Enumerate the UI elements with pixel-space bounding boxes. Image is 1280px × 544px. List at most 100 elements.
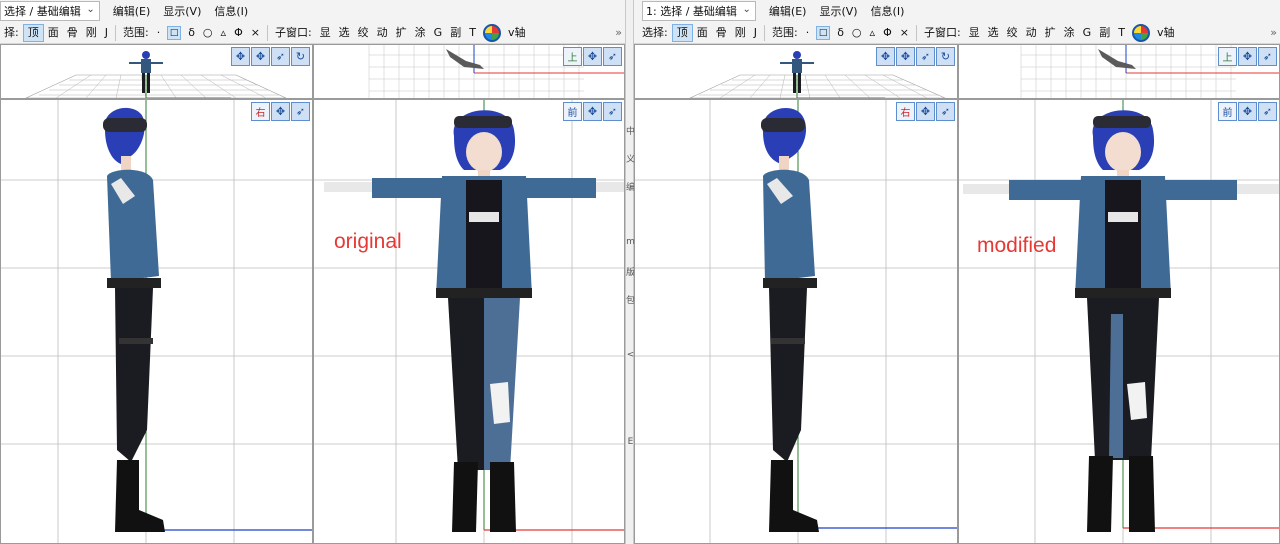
range-clear-button[interactable]: × bbox=[247, 24, 264, 42]
range-circle-button[interactable]: ○ bbox=[199, 24, 217, 42]
model-front-figure bbox=[963, 110, 1279, 532]
subwindow-show-button[interactable]: 显 bbox=[316, 24, 335, 42]
range-point-button[interactable]: · bbox=[153, 24, 165, 42]
subwindow-twist-button[interactable]: 绞 bbox=[1003, 24, 1022, 42]
viewport-perspective[interactable]: ✥ ✥ ➶ ↻ bbox=[634, 44, 958, 99]
view-bone-button[interactable]: 骨 bbox=[712, 24, 731, 42]
bone-arrow-icon[interactable]: ➶ bbox=[603, 102, 622, 121]
rotate-icon[interactable]: ↻ bbox=[936, 47, 955, 66]
viewport-side[interactable]: 右 ✥ ➶ bbox=[0, 99, 313, 544]
bone-arrow-icon[interactable]: ➶ bbox=[271, 47, 290, 66]
chevron-down-icon: ⌄ bbox=[86, 4, 95, 15]
range-triangle-button[interactable]: ▵ bbox=[866, 24, 880, 42]
view-rigid-button[interactable]: 刚 bbox=[731, 24, 750, 42]
move-arrows-icon[interactable]: ✥ bbox=[896, 47, 915, 66]
range-circle-button[interactable]: ○ bbox=[848, 24, 866, 42]
toolbar-overflow-icon[interactable]: » bbox=[1266, 24, 1280, 42]
move-arrows-icon[interactable]: ✥ bbox=[251, 47, 270, 66]
range-triangle-button[interactable]: ▵ bbox=[217, 24, 231, 42]
mode-select[interactable]: 选择 / 基础编辑 ⌄ bbox=[0, 1, 100, 21]
subwindow-move-button[interactable]: 动 bbox=[373, 24, 392, 42]
select-label: 选择: bbox=[642, 25, 668, 39]
view-side-label: 右 bbox=[896, 102, 915, 121]
subwindow-expand-button[interactable]: 扩 bbox=[392, 24, 411, 42]
range-clear-button[interactable]: × bbox=[896, 24, 913, 42]
bone-arrow-icon[interactable]: ➶ bbox=[1258, 102, 1277, 121]
axis-globe-icon[interactable] bbox=[1131, 23, 1150, 42]
move-arrows-icon[interactable]: ✥ bbox=[1238, 102, 1257, 121]
v-axis-button[interactable]: v轴 bbox=[504, 24, 530, 42]
subwindow-g-button[interactable]: G bbox=[1079, 24, 1096, 42]
bone-arrow-icon[interactable]: ➶ bbox=[936, 102, 955, 121]
subwindow-t-button[interactable]: T bbox=[1114, 24, 1129, 42]
move-arrows-icon[interactable]: ✥ bbox=[583, 102, 602, 121]
menu-info[interactable]: 信息(I) bbox=[871, 3, 905, 19]
view-top-button[interactable]: 顶 bbox=[671, 23, 693, 42]
toolbar: 选择: 顶 面 骨 刚 J 范围: · □ δ ○ ▵ Φ × 子窗口: 显 选… bbox=[634, 22, 1280, 44]
subwindow-select-button[interactable]: 选 bbox=[335, 24, 354, 42]
subwindow-sub-button[interactable]: 副 bbox=[1095, 24, 1114, 42]
view-rigid-button[interactable]: 刚 bbox=[82, 24, 101, 42]
bone-arrow-icon[interactable]: ➶ bbox=[291, 102, 310, 121]
viewport-top[interactable]: 上 ✥ ➶ bbox=[313, 44, 625, 99]
rotate-icon[interactable]: ↻ bbox=[291, 47, 310, 66]
subwindow-select-button[interactable]: 选 bbox=[984, 24, 1003, 42]
toolbar-overflow-icon[interactable]: » bbox=[611, 24, 625, 42]
move-arrows-icon[interactable]: ✥ bbox=[916, 102, 935, 121]
menu-info[interactable]: 信息(I) bbox=[214, 3, 248, 19]
subwindow-move-button[interactable]: 动 bbox=[1022, 24, 1041, 42]
mode-select[interactable]: 1: 选择 / 基础编辑 ⌄ bbox=[642, 1, 756, 21]
range-phi-button[interactable]: Φ bbox=[879, 24, 896, 42]
axis-globe-icon[interactable] bbox=[482, 23, 501, 42]
view-face-button[interactable]: 面 bbox=[44, 24, 63, 42]
menu-display[interactable]: 显示(V) bbox=[163, 3, 201, 19]
bone-arrow-icon[interactable]: ➶ bbox=[603, 47, 622, 66]
subwindow-paint-button[interactable]: 涂 bbox=[1060, 24, 1079, 42]
mode-select-value: 选择 / 基础编辑 bbox=[4, 5, 81, 18]
view-face-button[interactable]: 面 bbox=[693, 24, 712, 42]
move-arrows-icon[interactable]: ✥ bbox=[876, 47, 895, 66]
viewport-side[interactable]: 右 ✥ ➶ bbox=[634, 99, 958, 544]
move-arrows-icon[interactable]: ✥ bbox=[231, 47, 250, 66]
bone-arrow-icon[interactable]: ➶ bbox=[1258, 47, 1277, 66]
subwindow-paint-button[interactable]: 涂 bbox=[411, 24, 430, 42]
move-arrows-icon[interactable]: ✥ bbox=[271, 102, 290, 121]
subwindow-expand-button[interactable]: 扩 bbox=[1041, 24, 1060, 42]
move-arrows-icon[interactable]: ✥ bbox=[583, 47, 602, 66]
view-joint-button[interactable]: J bbox=[101, 24, 112, 42]
subwindow-show-button[interactable]: 显 bbox=[965, 24, 984, 42]
menu-edit[interactable]: 编辑(E) bbox=[113, 3, 151, 19]
view-joint-button[interactable]: J bbox=[750, 24, 761, 42]
view-top-label: 上 bbox=[563, 47, 582, 66]
viewport-controls: 右 ✥ ➶ bbox=[896, 102, 955, 121]
bone-arrow-icon[interactable]: ➶ bbox=[916, 47, 935, 66]
subwindow-sub-button[interactable]: 副 bbox=[446, 24, 465, 42]
v-axis-button[interactable]: v轴 bbox=[1153, 24, 1179, 42]
menu-edit[interactable]: 编辑(E) bbox=[769, 3, 807, 19]
range-phi-button[interactable]: Φ bbox=[230, 24, 247, 42]
subwindow-twist-button[interactable]: 绞 bbox=[354, 24, 373, 42]
range-label: 范围: bbox=[122, 25, 149, 39]
viewport-front[interactable]: original 前 ✥ ➶ bbox=[313, 99, 625, 544]
range-box-button[interactable]: □ bbox=[167, 25, 182, 40]
model-front-figure bbox=[324, 110, 624, 532]
viewport-front[interactable]: modified 前 ✥ ➶ bbox=[958, 99, 1280, 544]
select-label: 择: bbox=[4, 25, 19, 39]
subwindow-label: 子窗口: bbox=[923, 25, 961, 39]
subwindow-g-button[interactable]: G bbox=[430, 24, 447, 42]
view-bone-button[interactable]: 骨 bbox=[63, 24, 82, 42]
range-point-button[interactable]: · bbox=[802, 24, 814, 42]
view-front-label: 前 bbox=[1218, 102, 1237, 121]
viewport-perspective[interactable]: ✥ ✥ ➶ ↻ bbox=[0, 44, 313, 99]
viewport-top[interactable]: 上 ✥ ➶ bbox=[958, 44, 1280, 99]
range-delta-button[interactable]: δ bbox=[184, 24, 199, 42]
menu-display[interactable]: 显示(V) bbox=[819, 3, 857, 19]
range-delta-button[interactable]: δ bbox=[833, 24, 848, 42]
view-top-button[interactable]: 顶 bbox=[22, 23, 44, 42]
move-arrows-icon[interactable]: ✥ bbox=[1238, 47, 1257, 66]
editor-pane-original: 选择 / 基础编辑 ⌄ 编辑(E) 显示(V) 信息(I) 择: 顶 面 骨 刚… bbox=[0, 0, 625, 544]
viewport-controls: 上 ✥ ➶ bbox=[1218, 47, 1277, 66]
range-box-button[interactable]: □ bbox=[816, 25, 831, 40]
subwindow-t-button[interactable]: T bbox=[465, 24, 480, 42]
comparison-label: modified bbox=[977, 234, 1057, 257]
